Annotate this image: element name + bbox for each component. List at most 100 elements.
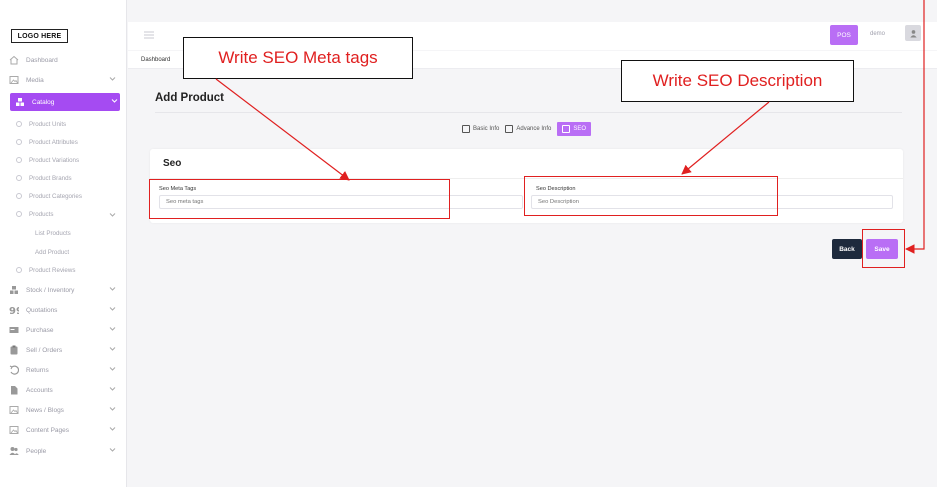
sidebar-subitem-label: Product Categories xyxy=(29,192,82,200)
sidebar-item-label: Sell / Orders xyxy=(26,346,63,354)
image-icon xyxy=(8,425,19,436)
logo: LOGO HERE xyxy=(11,29,68,43)
sidebar-item-label: Content Pages xyxy=(26,426,70,434)
chevron-down-icon xyxy=(109,407,116,411)
annotation-meta-callout: Write SEO Meta tags xyxy=(183,37,413,79)
chevron-down-icon xyxy=(109,287,116,291)
sidebar-item-accounts[interactable]: Accounts xyxy=(0,380,127,400)
back-button[interactable]: Back xyxy=(832,239,862,259)
tab-advance-info[interactable]: Advance Info xyxy=(505,122,551,136)
sidebar-item-people[interactable]: People xyxy=(0,441,127,461)
sidebar-item-stock[interactable]: Stock / Inventory xyxy=(0,280,127,300)
sidebar-item-purchase[interactable]: Purchase xyxy=(0,320,127,340)
page-title: Add Product xyxy=(155,92,224,104)
divider xyxy=(155,112,902,113)
chevron-down-icon xyxy=(109,448,116,452)
sidebar-item-label: Quotations xyxy=(26,306,58,314)
people-icon xyxy=(8,446,19,457)
grid-icon xyxy=(505,125,514,133)
chevron-down-icon xyxy=(109,213,116,217)
sidebar-item-label: Purchase xyxy=(26,326,54,334)
sidebar-subitem-label: Products xyxy=(29,210,54,218)
circle-icon xyxy=(16,193,22,199)
sidebar-item-returns[interactable]: Returns xyxy=(0,360,127,380)
annotation-save-highlight xyxy=(862,229,905,268)
chevron-down-icon xyxy=(111,99,118,103)
sidebar-subitem-label: Product Attributes xyxy=(29,138,78,146)
clipboard-icon xyxy=(8,345,19,356)
sidebar-item-label: People xyxy=(26,447,47,455)
sidebar-item-media[interactable]: Media xyxy=(0,70,127,90)
chevron-down-icon xyxy=(109,307,116,311)
sidebar-subitem-product-categories[interactable]: Product Categories xyxy=(0,188,127,204)
chevron-down-icon xyxy=(109,77,116,81)
sidebar-subitem-product-brands[interactable]: Product Brands xyxy=(0,170,127,186)
file-icon xyxy=(8,385,19,396)
sidebar-item-label: Returns xyxy=(26,366,49,374)
sidebar-subitem-list-products[interactable]: List Products xyxy=(0,225,127,241)
chevron-down-icon xyxy=(109,427,116,431)
sidebar-item-quotations[interactable]: 99 Quotations xyxy=(0,300,127,320)
chevron-down-icon xyxy=(109,367,116,371)
circle-icon xyxy=(16,267,22,273)
sidebar-item-news-blogs[interactable]: News / Blogs xyxy=(0,400,127,420)
breadcrumb-dashboard[interactable]: Dashboard xyxy=(141,57,170,63)
seo-icon xyxy=(562,125,571,133)
catalog-icon xyxy=(14,97,25,108)
sidebar-item-dashboard[interactable]: Dashboard xyxy=(0,50,127,70)
product-tabs: Basic Info Advance Info SEO xyxy=(462,122,592,136)
quote-icon: 99 xyxy=(8,305,19,316)
sidebar-subitem-product-units[interactable]: Product Units xyxy=(0,116,127,132)
return-icon xyxy=(8,365,19,376)
sidebar-item-sell-orders[interactable]: Sell / Orders xyxy=(0,340,127,360)
circle-icon xyxy=(16,121,22,127)
user-name[interactable]: demo xyxy=(870,31,885,37)
boxes-icon xyxy=(8,285,19,296)
image-icon xyxy=(8,75,19,86)
sidebar-item-label: Dashboard xyxy=(26,56,58,64)
circle-icon xyxy=(16,175,22,181)
sidebar-item-content-pages[interactable]: Content Pages xyxy=(0,420,127,440)
annotation-meta-highlight xyxy=(149,179,450,219)
chevron-down-icon xyxy=(109,347,116,351)
tab-label: Basic Info xyxy=(473,126,500,132)
card-icon xyxy=(8,325,19,336)
document-icon xyxy=(462,125,470,133)
sidebar-subitem-product-variations[interactable]: Product Variations xyxy=(0,152,127,168)
hamburger-menu-icon[interactable] xyxy=(144,31,154,39)
circle-icon xyxy=(16,139,22,145)
sidebar-subitem-add-product[interactable]: Add Product xyxy=(0,244,127,260)
tab-label: Advance Info xyxy=(516,126,552,132)
tab-seo[interactable]: SEO xyxy=(557,122,592,136)
sidebar-subitem-product-reviews[interactable]: Product Reviews xyxy=(0,262,127,278)
chevron-down-icon xyxy=(109,387,116,391)
sidebar-item-catalog[interactable]: Catalog xyxy=(10,93,120,111)
tab-basic-info[interactable]: Basic Info xyxy=(462,122,499,136)
sidebar-subitem-label: Product Brands xyxy=(29,174,72,182)
sidebar-subitem-label: Add Product xyxy=(35,248,70,256)
circle-icon xyxy=(16,157,22,163)
user-icon xyxy=(909,29,917,38)
app: LOGO HERE Dashboard Media Catalog Produc… xyxy=(0,0,937,487)
circle-icon xyxy=(16,211,22,217)
annotation-desc-highlight xyxy=(524,176,778,216)
annotation-desc-callout: Write SEO Description xyxy=(621,60,854,102)
sidebar-item-label: Catalog xyxy=(32,98,55,106)
seo-card-title: Seo xyxy=(163,158,182,169)
sidebar-subitem-products[interactable]: Products xyxy=(0,206,127,222)
sidebar-subitem-label: Product Variations xyxy=(29,156,80,164)
home-icon xyxy=(8,55,19,66)
sidebar-subitem-product-attributes[interactable]: Product Attributes xyxy=(0,134,127,150)
sidebar-subitem-label: Product Reviews xyxy=(29,266,76,274)
avatar[interactable] xyxy=(905,25,921,41)
image-icon xyxy=(8,405,19,416)
pos-button[interactable]: POS xyxy=(830,25,858,45)
sidebar-subitem-label: Product Units xyxy=(29,120,67,128)
chevron-down-icon xyxy=(109,327,116,331)
tab-label: SEO xyxy=(573,126,587,132)
sidebar-item-label: News / Blogs xyxy=(26,406,64,414)
svg-text:99: 99 xyxy=(9,306,19,315)
sidebar-subitem-label: List Products xyxy=(35,229,71,237)
sidebar: LOGO HERE Dashboard Media Catalog Produc… xyxy=(0,0,127,487)
sidebar-item-label: Accounts xyxy=(26,386,53,394)
